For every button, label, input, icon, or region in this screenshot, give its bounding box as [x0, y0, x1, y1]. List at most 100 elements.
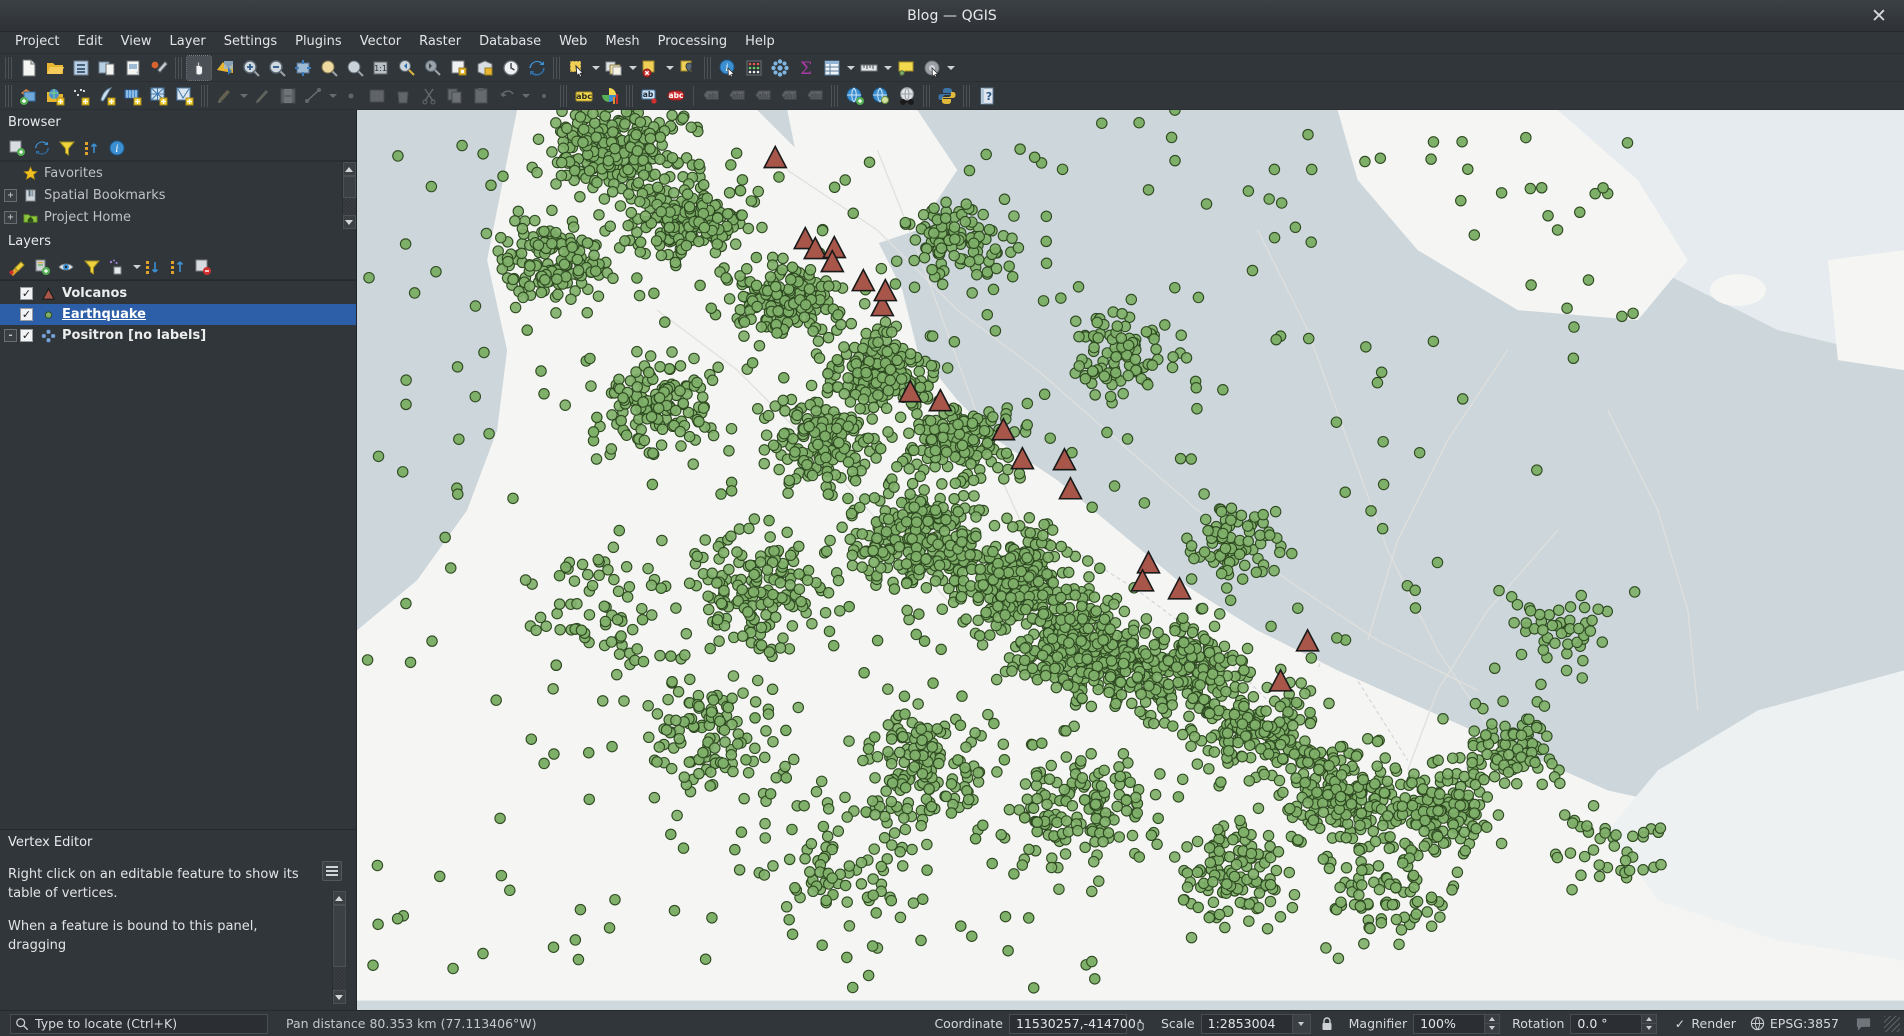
earthquake-point[interactable]	[1090, 799, 1100, 809]
earthquake-point[interactable]	[1204, 912, 1214, 922]
earthquake-point[interactable]	[782, 527, 792, 537]
earthquake-point[interactable]	[1067, 801, 1077, 811]
earthquake-point[interactable]	[692, 551, 702, 561]
earthquake-point[interactable]	[771, 281, 781, 291]
earthquake-point[interactable]	[1087, 886, 1097, 896]
earthquake-point[interactable]	[620, 119, 630, 129]
earthquake-point[interactable]	[870, 810, 880, 820]
earthquake-point[interactable]	[817, 940, 827, 950]
earthquake-point[interactable]	[656, 583, 666, 593]
earthquake-point[interactable]	[1542, 731, 1552, 741]
earthquake-point[interactable]	[620, 236, 630, 246]
earthquake-point[interactable]	[1099, 371, 1109, 381]
earthquake-point[interactable]	[821, 546, 831, 556]
earthquake-point[interactable]	[1357, 865, 1367, 875]
earthquake-point[interactable]	[1237, 719, 1247, 729]
earthquake-point[interactable]	[742, 264, 752, 274]
earthquake-point[interactable]	[1494, 585, 1504, 595]
earthquake-point[interactable]	[1238, 827, 1248, 837]
earthquake-point[interactable]	[1173, 677, 1183, 687]
earthquake-point[interactable]	[572, 254, 582, 264]
earthquake-point[interactable]	[1186, 574, 1196, 584]
earthquake-point[interactable]	[1059, 784, 1069, 794]
earthquake-point[interactable]	[1199, 489, 1209, 499]
earthquake-point[interactable]	[723, 209, 733, 219]
earthquake-point[interactable]	[589, 250, 599, 260]
earthquake-point[interactable]	[801, 300, 811, 310]
earthquake-point[interactable]	[831, 423, 841, 433]
earthquake-point[interactable]	[840, 880, 850, 890]
earthquake-point[interactable]	[584, 794, 594, 804]
earthquake-point[interactable]	[1489, 771, 1499, 781]
earthquake-point[interactable]	[1042, 569, 1052, 579]
earthquake-point[interactable]	[1218, 528, 1228, 538]
earthquake-point[interactable]	[635, 117, 645, 127]
earthquake-point[interactable]	[726, 750, 736, 760]
layers-list[interactable]: Volcanos Earthquake - Positron [no label…	[0, 280, 356, 830]
earthquake-point[interactable]	[652, 182, 662, 192]
earthquake-point[interactable]	[732, 547, 742, 557]
earthquake-point[interactable]	[1259, 769, 1269, 779]
earthquake-point[interactable]	[982, 310, 992, 320]
earthquake-point[interactable]	[1341, 833, 1351, 843]
earthquake-point[interactable]	[836, 319, 846, 329]
earthquake-point[interactable]	[1136, 689, 1146, 699]
toolbar2-drag-handle-2[interactable]	[201, 85, 209, 107]
earthquake-point[interactable]	[1031, 780, 1041, 790]
earthquake-point[interactable]	[1146, 830, 1156, 840]
earthquake-point[interactable]	[1060, 849, 1070, 859]
earthquake-point[interactable]	[393, 151, 403, 161]
earthquake-point[interactable]	[1064, 567, 1074, 577]
earthquake-point[interactable]	[899, 691, 909, 701]
earthquake-point[interactable]	[1125, 777, 1135, 787]
earthquake-point[interactable]	[842, 897, 852, 907]
earthquake-point[interactable]	[1293, 835, 1303, 845]
filter-legend-icon[interactable]	[81, 256, 103, 278]
earthquake-point[interactable]	[1526, 280, 1536, 290]
earthquake-point[interactable]	[551, 118, 561, 128]
add-delimited-text-layer-icon[interactable]	[69, 84, 93, 108]
earthquake-point[interactable]	[1121, 795, 1131, 805]
earthquake-point[interactable]	[1270, 506, 1280, 516]
earthquake-point[interactable]	[1229, 709, 1239, 719]
earthquake-point[interactable]	[1111, 368, 1121, 378]
earthquake-point[interactable]	[922, 839, 932, 849]
earthquake-point[interactable]	[614, 374, 624, 384]
earthquake-point[interactable]	[1243, 186, 1253, 196]
earthquake-point[interactable]	[1132, 808, 1142, 818]
earthquake-point[interactable]	[1374, 884, 1384, 894]
earthquake-point[interactable]	[1020, 813, 1030, 823]
earthquake-point[interactable]	[905, 349, 915, 359]
earthquake-point[interactable]	[584, 748, 594, 758]
earthquake-point[interactable]	[706, 767, 716, 777]
earthquake-point[interactable]	[857, 562, 867, 572]
earthquake-point[interactable]	[807, 470, 817, 480]
earthquake-point[interactable]	[1061, 816, 1071, 826]
earthquake-point[interactable]	[1308, 815, 1318, 825]
earthquake-point[interactable]	[1565, 602, 1575, 612]
earthquake-point[interactable]	[1552, 852, 1562, 862]
paste-features-icon[interactable]	[469, 84, 493, 108]
statistical-summary-icon[interactable]: Σ	[794, 56, 818, 80]
earthquake-point[interactable]	[723, 702, 733, 712]
earthquake-point[interactable]	[1050, 663, 1060, 673]
earthquake-point[interactable]	[1521, 132, 1531, 142]
earthquake-point[interactable]	[1262, 721, 1272, 731]
earthquake-point[interactable]	[684, 757, 694, 767]
earthquake-point[interactable]	[988, 412, 998, 422]
earthquake-point[interactable]	[1020, 779, 1030, 789]
earthquake-point[interactable]	[990, 326, 1000, 336]
earthquake-point[interactable]	[737, 175, 747, 185]
earthquake-point[interactable]	[988, 284, 998, 294]
earthquake-point[interactable]	[426, 181, 436, 191]
earthquake-point[interactable]	[749, 514, 759, 524]
earthquake-point[interactable]	[1288, 720, 1298, 730]
earthquake-point[interactable]	[1070, 590, 1080, 600]
earthquake-point[interactable]	[1191, 383, 1201, 393]
earthquake-point[interactable]	[1408, 870, 1418, 880]
scroll-thumb[interactable]	[343, 176, 356, 198]
earthquake-point[interactable]	[1594, 871, 1604, 881]
earthquake-point[interactable]	[753, 675, 763, 685]
earthquake-point[interactable]	[1336, 770, 1346, 780]
earthquake-point[interactable]	[1054, 884, 1064, 894]
